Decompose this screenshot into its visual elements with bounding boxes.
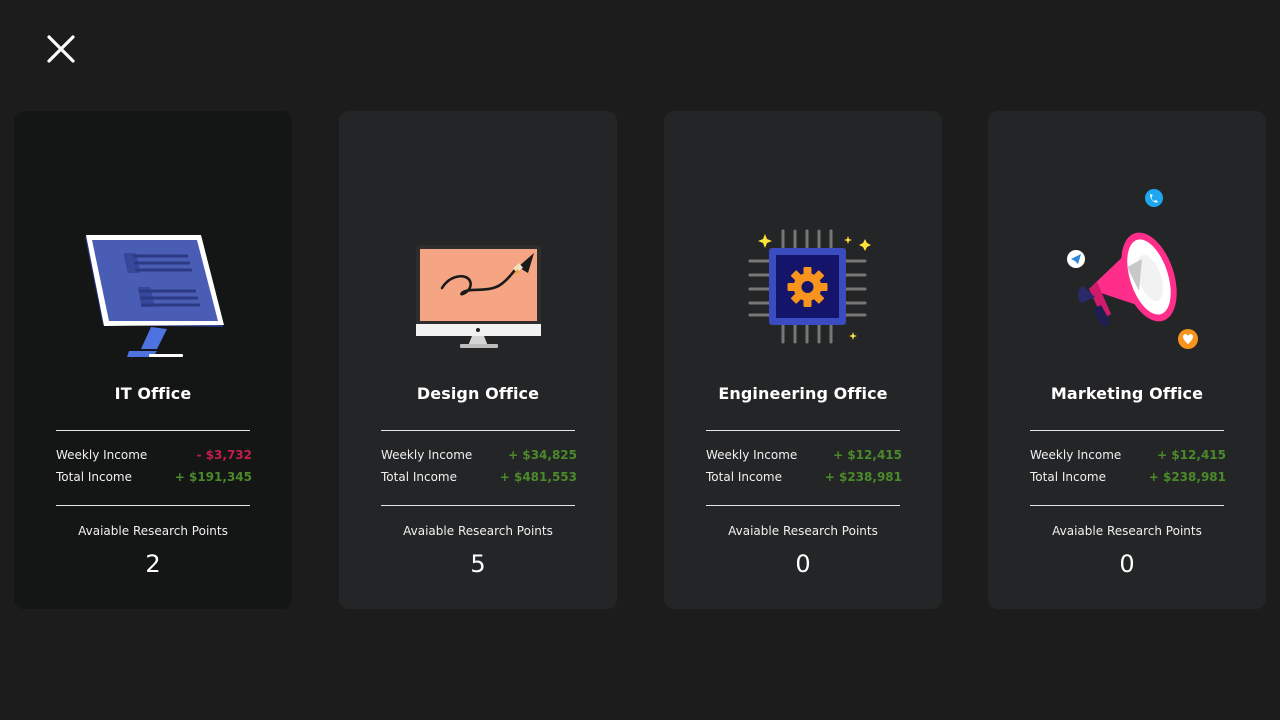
weekly-income-row: Weekly Income + $34,825 [381,448,577,466]
close-button[interactable] [44,32,78,66]
office-title: Engineering Office [718,384,888,403]
divider [1030,430,1224,431]
weekly-income-label: Weekly Income [56,448,148,462]
weekly-income-value: + $12,415 [1157,448,1226,462]
research-points-label: Avaiable Research Points [78,524,228,538]
total-income-row: Total Income + $238,981 [1030,470,1226,488]
megaphone-icon [1027,181,1227,371]
office-card-it[interactable]: IT Office Weekly Income - $3,732 Total I… [14,111,292,609]
total-income-value: + $481,553 [499,470,577,484]
divider [1030,505,1224,506]
research-points-value: 0 [795,550,811,578]
divider [706,505,900,506]
weekly-income-row: Weekly Income - $3,732 [56,448,252,466]
total-income-label: Total Income [56,470,132,484]
total-income-row: Total Income + $481,553 [381,470,577,488]
chip-gear-icon [703,181,903,371]
divider [56,430,250,431]
total-income-value: + $191,345 [174,470,252,484]
total-income-row: Total Income + $191,345 [56,470,252,488]
weekly-income-label: Weekly Income [1030,448,1122,462]
research-points-label: Avaiable Research Points [403,524,553,538]
weekly-income-label: Weekly Income [381,448,473,462]
divider [381,505,575,506]
total-income-label: Total Income [1030,470,1106,484]
research-points-value: 5 [470,550,486,578]
weekly-income-label: Weekly Income [706,448,798,462]
office-title: Design Office [416,384,540,403]
total-income-value: + $238,981 [1148,470,1226,484]
close-icon [47,35,75,63]
office-title: IT Office [114,384,192,403]
total-income-value: + $238,981 [824,470,902,484]
office-title: Marketing Office [1050,384,1204,403]
total-income-row: Total Income + $238,981 [706,470,902,488]
divider [706,430,900,431]
total-income-label: Total Income [706,470,782,484]
research-points-label: Avaiable Research Points [728,524,878,538]
monitor-icon [53,181,253,371]
total-income-label: Total Income [381,470,457,484]
office-card-marketing[interactable]: Marketing Office Weekly Income + $12,415… [988,111,1266,609]
weekly-income-row: Weekly Income + $12,415 [706,448,902,466]
research-points-label: Avaiable Research Points [1052,524,1202,538]
weekly-income-value: + $12,415 [833,448,902,462]
weekly-income-row: Weekly Income + $12,415 [1030,448,1226,466]
design-monitor-icon [378,181,578,371]
office-selection-screen: IT Office Weekly Income - $3,732 Total I… [0,0,1280,720]
office-card-engineering[interactable]: Engineering Office Weekly Income + $12,4… [664,111,942,609]
weekly-income-value: + $34,825 [508,448,577,462]
divider [381,430,575,431]
weekly-income-value: - $3,732 [196,448,252,462]
research-points-value: 0 [1119,550,1135,578]
divider [56,505,250,506]
research-points-value: 2 [145,550,161,578]
office-card-design[interactable]: Design Office Weekly Income + $34,825 To… [339,111,617,609]
